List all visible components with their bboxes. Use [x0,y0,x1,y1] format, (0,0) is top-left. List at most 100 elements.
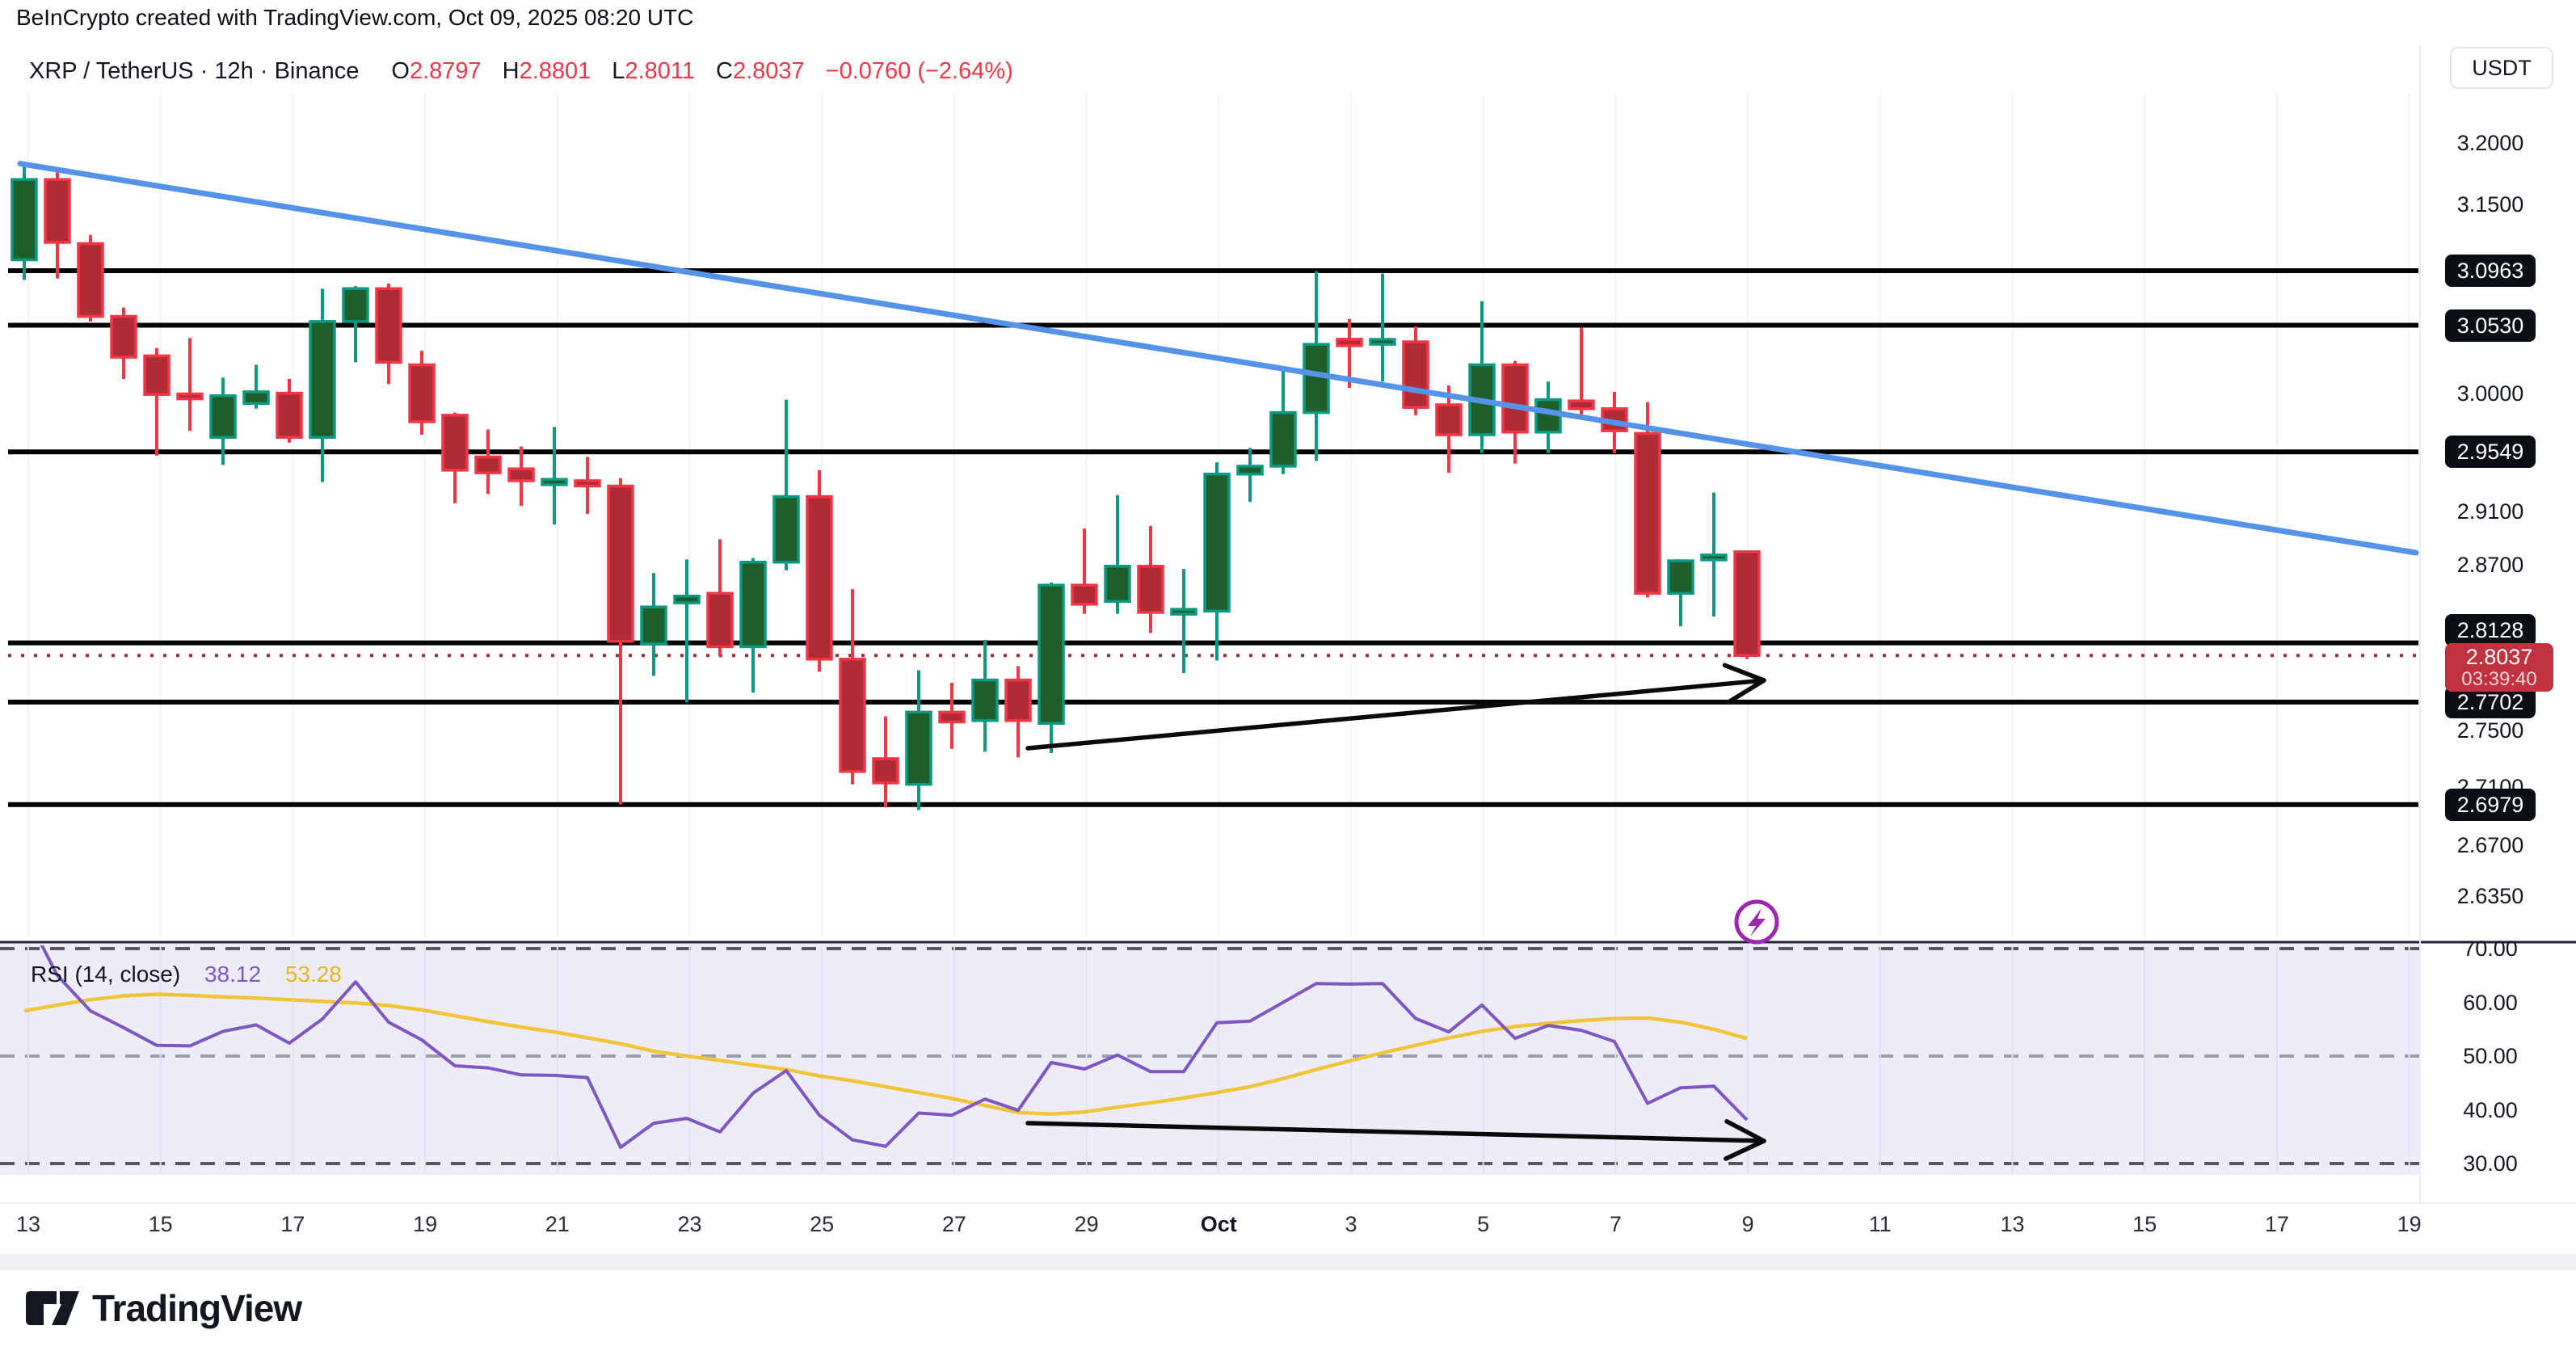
price-label: 3.0000 [2445,380,2536,407]
price-axis-separator [2419,45,2421,1204]
rsi-level-label: 50.00 [2445,1042,2536,1070]
date-label: 21 [545,1212,570,1237]
candle [112,308,136,379]
close-value: 2.8037 [733,58,805,84]
candle [840,589,865,784]
candle [1271,368,1295,473]
rsi-value: 38.12 [204,962,261,987]
price-label: 2.7500 [2445,717,2536,744]
candle [1569,328,1593,417]
candle [12,164,36,280]
currency-toggle-button[interactable]: USDT [2450,47,2553,89]
price-level-badge: 3.0963 [2445,255,2536,287]
footer-band [0,1254,2576,1270]
date-label: 29 [1075,1212,1099,1237]
candle [1172,569,1196,673]
candle [608,478,633,805]
price-level-badge: 2.6979 [2445,789,2536,821]
price-label: 3.2000 [2445,129,2536,157]
bar-countdown: 03:39:40 [2445,669,2553,690]
candle [1404,326,1428,415]
candle [642,573,666,676]
candle [178,338,202,431]
candle [708,539,732,656]
attribution-header: BeInCrypto created with TradingView.com,… [16,5,693,31]
chart-canvas[interactable] [0,0,2576,1351]
date-label: 7 [1610,1212,1622,1237]
symbol-title: XRP / TetherUS · 12h · Binance [29,58,359,84]
date-label: 3 [1345,1212,1357,1237]
price-label: 2.6350 [2445,882,2536,910]
candle [377,284,401,384]
high-label: H [503,58,520,84]
candle [1702,493,1726,617]
high-value: 2.8801 [520,58,591,84]
candle [873,717,898,808]
price-label: 3.1500 [2445,191,2536,218]
close-label: C [716,58,733,84]
candle [78,235,103,322]
price-level-badge: 2.8128 [2445,614,2536,646]
date-label: 23 [677,1212,701,1237]
date-label: 27 [942,1212,966,1237]
candle [1735,551,1759,659]
candle [277,379,301,443]
candle [1503,361,1527,464]
symbol-info-bar[interactable]: XRP / TetherUS · 12h · BinanceO2.8797H2.… [29,58,1013,85]
current-price-badge: 2.803703:39:40 [2445,643,2553,692]
candle [1304,271,1328,461]
change-value: −0.0760 (−2.64%) [826,58,1013,84]
candle [509,447,533,507]
date-label: 15 [2132,1212,2157,1237]
candle [1238,448,1262,502]
candle [244,365,268,409]
candle [410,351,434,435]
date-label: 25 [810,1212,834,1237]
trend-arrow [1028,665,1764,748]
candle [741,558,765,692]
rsi-level-label: 40.00 [2445,1096,2536,1124]
rsi-level-label: 30.00 [2445,1150,2536,1177]
rsi-panel-background [0,944,2420,1175]
candle [1205,462,1229,660]
candle [1139,526,1163,633]
low-label: L [612,58,625,84]
price-label: 2.9100 [2445,498,2536,525]
candle [443,413,467,503]
candlestick-series [12,164,1759,810]
date-label: 19 [413,1212,437,1237]
date-label: 17 [2265,1212,2289,1237]
date-label: 9 [1742,1212,1754,1237]
lightning-icon[interactable] [1736,902,1777,942]
candle [476,430,500,495]
rsi-level-label: 60.00 [2445,989,2536,1016]
tradingview-logo[interactable]: TradingView [24,1286,301,1330]
date-label: Oct [1201,1212,1237,1237]
low-value: 2.8011 [625,58,695,84]
candle [1536,381,1560,452]
candle [907,671,931,810]
candle [807,470,831,671]
date-label: 11 [1869,1212,1892,1237]
open-label: O [391,58,410,84]
tradingview-logo-text: TradingView [92,1286,301,1330]
rsi-legend: RSI (14, close) 38.12 53.28 [31,962,342,987]
rsi-level-label: 70.00 [2445,935,2536,962]
time-axis-separator [0,1202,2576,1204]
rsi-legend-title: RSI (14, close) [31,962,180,987]
price-label: 2.8700 [2445,551,2536,579]
candle [940,683,964,749]
price-level-badge: 2.9549 [2445,436,2536,468]
candle [1039,583,1063,753]
candle [1669,559,1693,625]
candle [542,427,566,524]
tradingview-logo-icon [24,1290,81,1327]
candle [45,169,69,279]
candle [1072,528,1096,613]
rsi-ma-value: 53.28 [285,962,342,987]
date-label: 13 [16,1212,40,1237]
date-label: 17 [280,1212,305,1237]
candle [675,559,699,702]
date-label: 15 [149,1212,173,1237]
candle [575,457,600,514]
